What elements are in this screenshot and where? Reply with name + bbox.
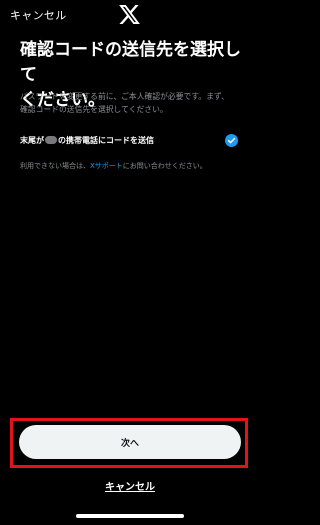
cancel-link-top[interactable]: キャンセル [10, 7, 67, 23]
top-bar: キャンセル [0, 0, 260, 30]
option-label-prefix: 末尾が [20, 136, 44, 145]
x-logo-icon [119, 5, 140, 24]
help-text-after: にお問い合わせください。 [122, 162, 207, 170]
description-text: パスワードを変更する前に、ご本人確認が必要です。まず、 確認コードの送信先を選択… [20, 92, 229, 114]
next-button[interactable]: 次へ [19, 425, 241, 459]
home-indicator [76, 514, 184, 518]
sms-option-row[interactable]: 末尾が の携帯電話にコードを送信 [20, 132, 242, 150]
help-text-before: 利用できない場合は、 [20, 162, 90, 170]
option-label-suffix: の携帯電話にコードを送信 [58, 136, 154, 145]
help-text: 利用できない場合は、Xサポートにお問い合わせください。 [20, 161, 250, 171]
sms-option-label: 末尾が の携帯電話にコードを送信 [20, 135, 154, 146]
x-support-link[interactable]: Xサポート [90, 162, 123, 170]
cancel-link-bottom[interactable]: キャンセル [0, 478, 260, 493]
masked-phone-digits [45, 136, 57, 144]
checkmark-circle-icon[interactable] [225, 134, 238, 147]
